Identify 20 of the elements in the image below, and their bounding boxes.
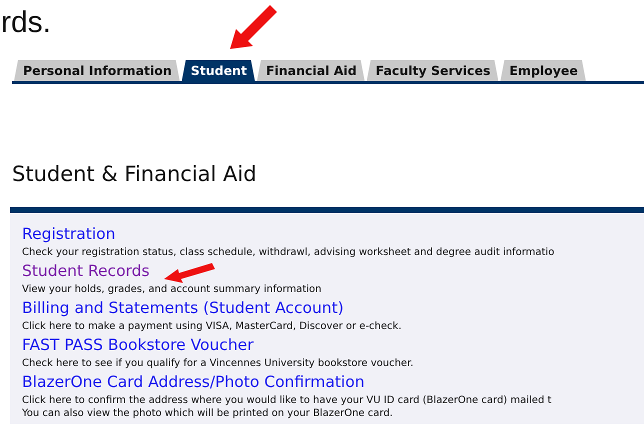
link-description: Click here to confirm the address where you would like to have your VU ID card (BlazerOne card) mailed t (22, 394, 552, 408)
arrow-icon (230, 5, 278, 49)
intro-text: rds. (1, 5, 52, 38)
link-description: View your holds, grades, and account summary information (22, 283, 322, 296)
nav-tab[interactable]: Employee (500, 60, 586, 81)
menu-link[interactable]: Registration (22, 225, 116, 244)
menu-link[interactable]: Student Records (22, 262, 150, 280)
arrow-icon (164, 263, 216, 283)
nav-tab[interactable]: Personal Information (14, 60, 180, 81)
nav-tab[interactable]: Financial Aid (256, 60, 365, 81)
link-description: Check here to see if you qualify for a Vincennes University bookstore voucher. (22, 357, 414, 370)
menu-link[interactable]: FAST PASS Bookstore Voucher (22, 336, 254, 354)
menu-link[interactable]: BlazerOne Card Address/Photo Confirmation (22, 373, 365, 392)
menu-link[interactable]: Billing and Statements (Student Account) (22, 299, 344, 318)
link-description: Check your registration status, class schedule, withdrawl, advising worksheet and degree audit informatio (22, 246, 556, 260)
nav-tab[interactable]: Faculty Services (366, 60, 498, 81)
link-description: You can also view the photo which will be printed on your BlazerOne card. (22, 407, 394, 420)
page-heading: Student & Financial Aid (12, 162, 258, 188)
nav-tab[interactable]: Student (182, 60, 255, 81)
link-description: Click here to make a payment using VISA, MasterCard, Discover or e-check. (22, 320, 403, 334)
